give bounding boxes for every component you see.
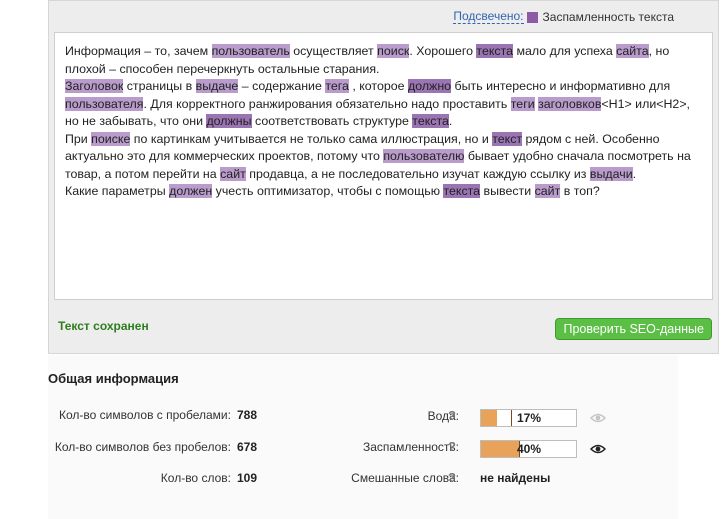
text-segment: осуществляет <box>289 44 378 58</box>
water-threshold-mark <box>511 410 512 426</box>
highlighted-word: сайт <box>534 184 561 198</box>
spam-percent: 40% <box>517 442 542 456</box>
highlighted-word: текст <box>492 131 523 146</box>
stat-label: Кол-во символов с пробелами: <box>59 408 231 422</box>
spam-color-swatch <box>526 11 538 23</box>
mixed-words-help-icon[interactable]: ? <box>448 470 456 485</box>
text-editor[interactable]: Информация – то, зачем пользователь осущ… <box>54 32 713 300</box>
highlighted-word: должно <box>407 79 452 93</box>
water-help-icon[interactable]: ? <box>448 408 456 423</box>
stat-value: 109 <box>236 471 257 485</box>
text-segment: – содержание <box>238 79 326 93</box>
text-segment: учесть оптимизатор, чтобы с помощью <box>212 184 444 198</box>
save-status: Текст сохранен <box>58 319 149 333</box>
highlighted-word: сайт <box>220 166 246 181</box>
highlighted-word: текста <box>476 44 514 58</box>
highlighted-word: должны <box>206 114 252 128</box>
editor-paragraph: При поиске по картинкам учитывается не т… <box>65 131 702 184</box>
text-segment: , которое <box>348 79 408 93</box>
highlighted-word: теги <box>510 96 535 111</box>
highlighted-word: должен <box>169 184 213 198</box>
highlighted-word: выдачи <box>589 166 633 181</box>
stat-label: Кол-во символов без пробелов: <box>54 440 231 454</box>
stat-chars-without-spaces: Кол-во символов без пробелов: 678 <box>55 440 257 454</box>
spam-row: Заспамленность: <box>363 440 459 454</box>
water-meter: 17% <box>480 409 577 427</box>
highlighted-word: пользователя <box>65 96 144 111</box>
highlight-toggle-link[interactable]: Подсвечено: <box>453 10 524 24</box>
spam-eye-icon[interactable] <box>590 443 606 455</box>
text-segment: страницы в <box>123 79 196 93</box>
spam-meter: 40% <box>480 440 577 458</box>
text-segment: Какие параметры <box>65 184 170 198</box>
text-segment: быть интересно и информативно для <box>451 79 671 93</box>
text-segment: вывести <box>480 184 535 198</box>
text-segment: соответствовать структуре <box>251 114 413 128</box>
water-meter-fill <box>481 410 497 426</box>
text-segment: по картинкам учитывается не только сама … <box>130 131 493 146</box>
text-segment: мало для успеха <box>513 44 617 58</box>
highlighted-word: пользователю <box>383 149 465 163</box>
highlighted-word: заголовков <box>538 96 602 111</box>
stat-chars-with-spaces: Кол-во символов с пробелами: 788 <box>59 408 257 422</box>
text-segment: . Для корректного ранжирования обязатель… <box>143 96 511 111</box>
spam-meter-fill <box>481 441 519 457</box>
highlighted-word: сайта <box>616 44 649 58</box>
text-segment: продавца, а не последовательно изучат ка… <box>245 166 590 181</box>
highlighted-word: тега <box>325 79 349 93</box>
highlighted-word: текста <box>443 184 481 198</box>
mixed-words-label: Смешанные слова: <box>351 471 459 485</box>
highlighted-word: пользователь <box>211 44 290 58</box>
editor-paragraph: Заголовок страницы в выдаче – содержание… <box>65 78 702 131</box>
stat-label: Кол-во слов: <box>160 471 231 485</box>
seo-check-panel: Подсвечено: Заспамленность текста Информ… <box>48 0 719 354</box>
text-segment: . Хорошего <box>409 44 477 58</box>
spam-label: Заспамленность: <box>362 440 459 454</box>
highlighted-word: поиск <box>377 44 410 58</box>
editor-paragraph: Какие параметры должен учесть оптимизато… <box>65 183 702 201</box>
general-info-title: Общая информация <box>48 371 179 386</box>
text-segment: При <box>65 131 92 146</box>
highlight-legend: Подсвечено: Заспамленность текста <box>453 10 674 24</box>
stat-word-count: Кол-во слов: 109 <box>161 471 257 485</box>
check-seo-button[interactable]: Проверить SEO-данные <box>555 318 712 340</box>
text-segment: в топ? <box>560 184 600 198</box>
highlighted-word: поиске <box>91 131 131 146</box>
stat-value: 678 <box>236 440 257 454</box>
spam-help-icon[interactable]: ? <box>448 439 456 454</box>
highlighted-word: Заголовок <box>65 79 124 93</box>
text-segment: Информация – то, зачем <box>65 44 212 58</box>
editor-paragraph: Информация – то, зачем пользователь осущ… <box>65 43 702 78</box>
mixed-words-value: не найдены <box>480 471 551 485</box>
water-eye-icon[interactable] <box>590 412 606 424</box>
stat-value: 788 <box>236 408 257 422</box>
highlight-category-label: Заспамленность текста <box>542 10 674 24</box>
water-percent: 17% <box>517 411 542 425</box>
mixed-words-row: Смешанные слова: <box>351 471 459 485</box>
highlighted-word: текста <box>412 114 449 128</box>
text-segment: . <box>632 166 637 181</box>
text-segment: . <box>448 114 453 128</box>
highlighted-word: выдаче <box>195 79 239 93</box>
